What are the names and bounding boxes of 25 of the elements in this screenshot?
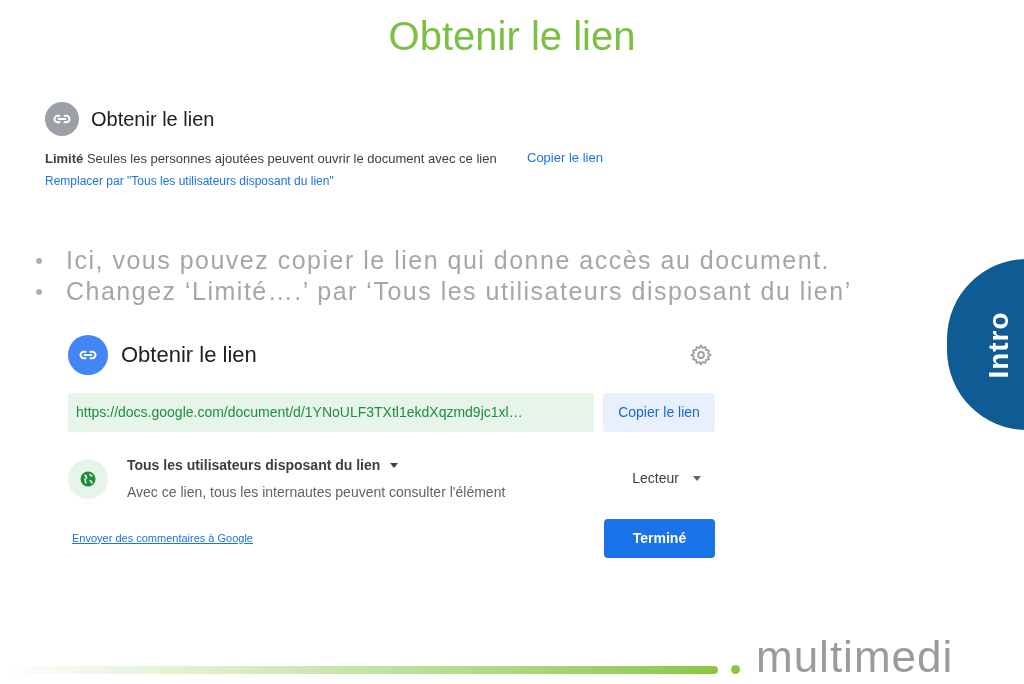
bullet-icon [36,288,42,295]
panel-title: Obtenir le lien [91,107,215,132]
copy-link[interactable]: Copier le lien [527,148,603,168]
dialog-title: Obtenir le lien [121,341,257,369]
bullet-icon [36,257,42,264]
slide-title: Obtenir le lien [388,13,636,60]
settings-icon[interactable] [689,342,713,367]
copy-link-button[interactable]: Copier le lien [603,392,715,432]
link-icon [68,334,108,375]
caret-icon [390,462,399,468]
bullet-text: Ici, vous pouvez copier le lien qui donne accès au document. [66,244,831,276]
globe-icon [68,458,108,499]
access-dropdown[interactable]: Tous les utilisateurs disposant du lien [127,454,506,476]
role-dropdown[interactable]: Lecteur [632,468,701,489]
change-access-link[interactable]: Remplacer par "Tous les utilisateurs disposant du lien" [45,171,640,190]
url-field[interactable]: https://docs.google.com/document/d/1YNoULF3TXtl1ekdXqzmd9jc1xl… [68,392,594,432]
side-tab-label: Intro [981,310,1015,379]
access-description: Limité Seules les personnes ajoutées peuvent ouvrir le document avec ce lien [45,149,498,168]
feedback-link[interactable]: Envoyer des commentaires à Google [72,529,253,547]
logo: multimedi [756,634,954,680]
link-icon [45,102,79,136]
caret-icon [693,476,701,481]
done-button[interactable]: Terminé [604,518,715,558]
access-description: Avec ce lien, tous les internautes peuvent consulter l'élément [127,482,506,502]
bullet-text: Changez ‘Limité….’ par ‘Tous les utilisateurs disposant du lien’ [66,275,852,307]
